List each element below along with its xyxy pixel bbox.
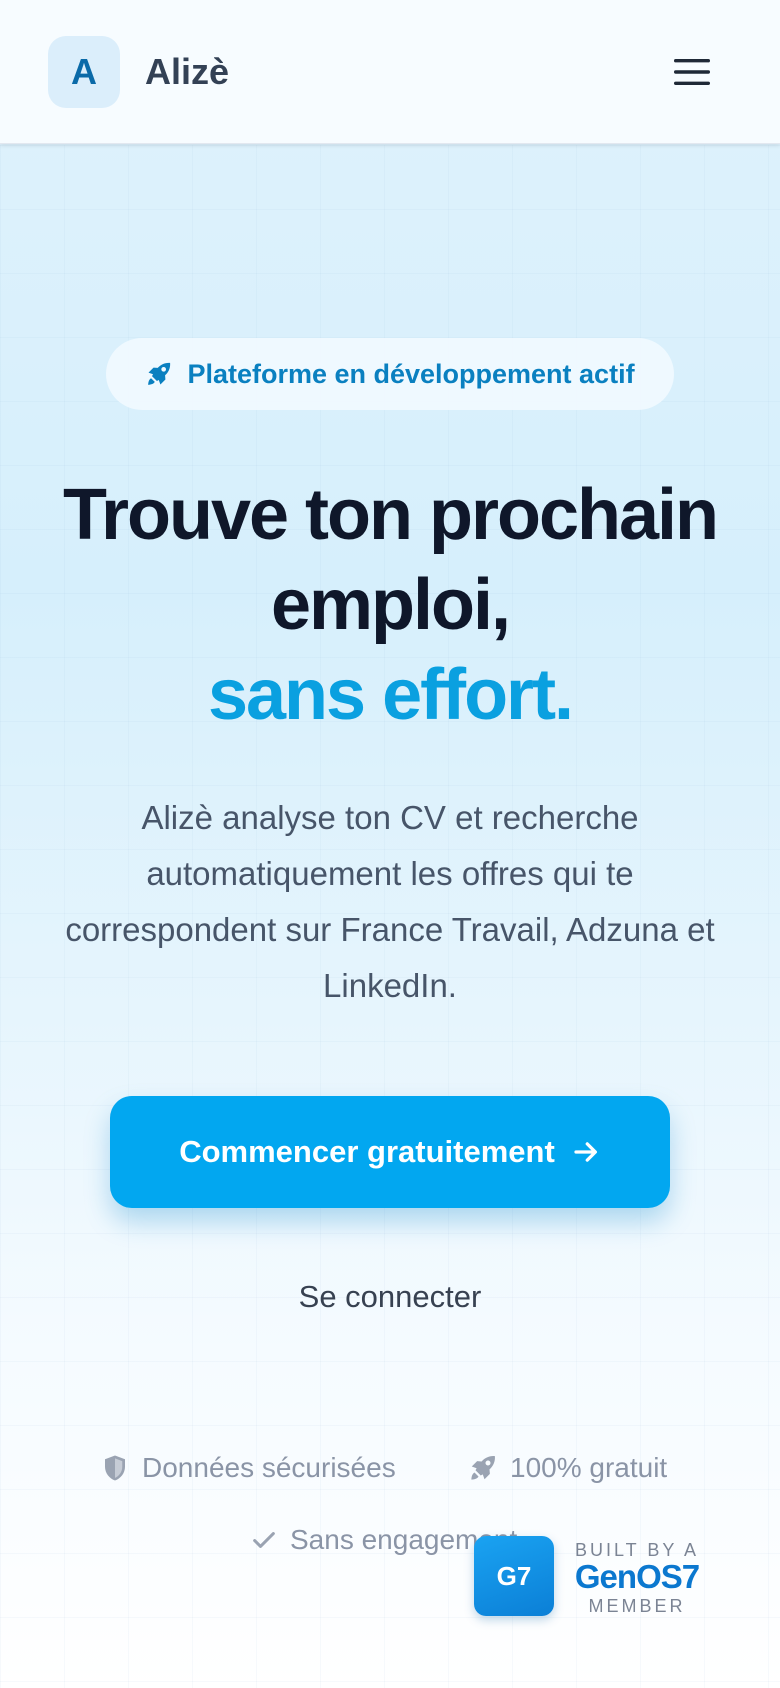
built-by-name: GenOS7 bbox=[574, 1558, 700, 1595]
shield-icon bbox=[105, 1455, 125, 1481]
headline-line-2: emploi, bbox=[270, 565, 511, 645]
status-badge-label: Plateforme en développement actif bbox=[187, 358, 635, 389]
hero-description: Alizè analyse ton CV et recherche automa… bbox=[65, 799, 715, 1004]
rocket-icon bbox=[471, 1456, 495, 1480]
app-logo[interactable]: A bbox=[48, 36, 120, 108]
hero-headline: Trouve ton prochain emploi, sans effort. bbox=[40, 470, 740, 740]
top-navbar: A Alizè bbox=[0, 0, 780, 144]
trust-item-free: 100% gratuit bbox=[468, 1448, 667, 1488]
trust-label-secure: Données sécurisées bbox=[142, 1452, 396, 1483]
rocket-icon bbox=[148, 362, 171, 385]
headline-accent: sans effort. bbox=[207, 655, 574, 735]
built-by-badge[interactable]: G7 BUILT BY A GenOS7 MEMBER bbox=[474, 1536, 714, 1616]
headline-line-1: Trouve ton prochain bbox=[62, 475, 719, 555]
check-icon bbox=[253, 1532, 275, 1548]
logo-letter: A bbox=[71, 51, 97, 92]
status-badge: Plateforme en développement actif bbox=[106, 338, 674, 410]
built-by-member: MEMBER bbox=[588, 1596, 686, 1616]
trust-item-secure: Données sécurisées bbox=[100, 1448, 396, 1488]
g7-logo: G7 bbox=[474, 1536, 554, 1616]
brand-name[interactable]: Alizè bbox=[145, 48, 229, 96]
hamburger-menu-button[interactable] bbox=[668, 52, 716, 92]
trust-label-free: 100% gratuit bbox=[510, 1452, 668, 1483]
hamburger-menu-icon bbox=[674, 59, 710, 85]
start-free-label: Commencer gratuitement bbox=[179, 1134, 555, 1169]
start-free-button[interactable]: Commencer gratuitement bbox=[110, 1096, 670, 1208]
arrow-right-icon bbox=[574, 1142, 597, 1162]
login-link[interactable]: Se connecter bbox=[240, 1270, 540, 1324]
